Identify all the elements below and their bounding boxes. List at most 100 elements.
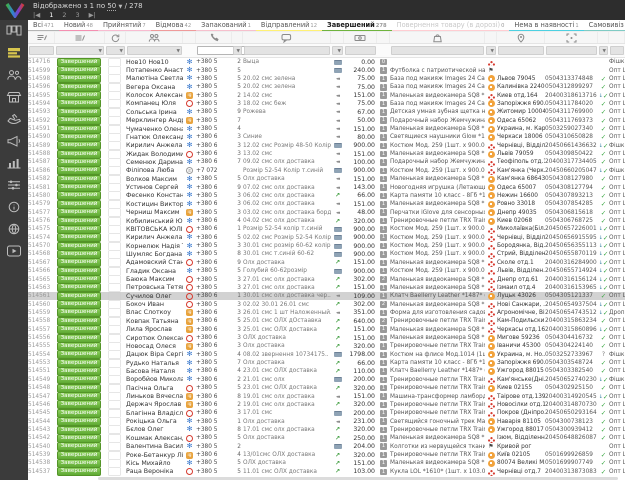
product-name[interactable]: Тренировочные петли TRX Train.. [390,318,485,324]
status-badge[interactable]: Завершений [57,66,101,74]
order-row[interactable]: 514590ЗавершенийГнатюк Олександр✻+380 63… [28,133,625,141]
sidebar-item-video[interactable] [6,245,22,258]
status-badge[interactable]: Завершений [57,292,101,300]
tracking-number[interactable]: 0504306815618 [545,210,593,216]
client-name[interactable]: Басова Наталя [126,368,175,375]
product-name[interactable]: Новогодняя игрушка (Летающи.. [390,185,485,191]
order-row[interactable]: 514545ЗавершенийБлагінна Владіслава+380 … [28,409,625,417]
tracking-number[interactable]: 20450660205047 [545,168,597,174]
client-phone[interactable]: +380 5 [196,419,217,425]
status-badge[interactable]: Завершений [57,158,101,166]
order-row[interactable]: 514587ЗавершенийСеменюк Дарина✻+380 6709… [28,158,625,166]
client-phone[interactable]: +380 6 [196,143,217,149]
order-row[interactable]: 514580ЗавершенийФесенко Константин✻+380 … [28,192,625,200]
client-name[interactable]: Корнелюк Надія Та.. [126,243,183,250]
product-name[interactable]: Карта памяти 10 класс - 8Гб *12.. [390,193,485,199]
tracking-number[interactable]: 20400317734405 [545,159,597,165]
flag-filter-dropdown[interactable]: ▼ [106,46,125,55]
tracking-number[interactable]: 0504302925150 [545,385,593,391]
carrier-filter-dropdown[interactable]: ▼ [486,46,496,55]
product-name[interactable]: Маленькая видеокамера SQ8 *.. [390,327,485,333]
tracking-number[interactable]: 0504303548724 [545,360,593,366]
client-phone[interactable]: +380 5 [196,360,217,366]
status-badge[interactable]: Завершений [57,242,101,250]
status-badge[interactable]: Завершений [57,284,101,292]
tracking-number[interactable]: 20400316156124 [545,277,597,283]
order-row[interactable]: 514566ЗавершенийГладик Оксана✻+380 55Гол… [28,267,625,275]
product-filter-box[interactable] [391,46,484,55]
sidebar-item-orders[interactable] [6,47,22,60]
order-row[interactable]: 514575ЗавершенийКВІТОВСЬКА ЮЛІЯ+380 61Ро… [28,225,625,233]
column-header-name[interactable] [126,32,183,43]
tracking-number[interactable]: 20400316284900 [545,260,597,266]
product-name[interactable]: Карта памяти 10 класс - 8Гб *12.. [390,360,485,366]
tracking-number[interactable]: 20450652740230 [545,377,597,383]
order-row[interactable]: 514548ЗавершенийПасічна Ольга+380 5523.0… [28,384,625,392]
product-name[interactable]: Маленькая видеокамера SQ8 *.. [390,260,485,266]
client-name[interactable]: Бокоч Иван [126,301,164,308]
sidebar-item-kanban[interactable] [6,25,22,38]
status-badge[interactable]: Завершений [57,100,101,108]
client-phone[interactable]: +380 5 [196,126,217,132]
client-phone[interactable]: +380 6 [196,368,217,374]
status-badge[interactable]: Завершений [57,192,101,200]
status-badge[interactable]: Завершений [57,200,101,208]
tracking-number[interactable]: 0504300939412 [545,427,593,433]
column-header-product[interactable] [390,32,485,43]
order-row[interactable]: 514595ЗавершенийКолосок Александрig+380 … [28,91,625,99]
product-name[interactable]: Тренировочные петли TRX Train.. [390,452,485,458]
client-name[interactable]: Мерклингер Андрей [126,117,183,124]
product-name[interactable]: Футболка с патриотической на.. [390,68,485,74]
status-badge[interactable]: Завершений [57,300,101,308]
order-row[interactable]: 514558ЗавершенийКовпак Татьянаig+380 652… [28,317,625,325]
tab-8[interactable]: Повернення товару (в дорозі)0 [392,20,510,32]
client-phone[interactable]: +380 6 [196,452,217,458]
status-badge[interactable]: Завершений [57,83,101,91]
tracking-number[interactable]: 20450650293164 [545,410,597,416]
tracking-number[interactable]: 20400315860896 [545,327,597,333]
order-row[interactable]: 514577ЗавершенийЧерниш Максимig+380 5303… [28,208,625,216]
client-name[interactable]: Благінна Владіслава [126,410,183,417]
order-row[interactable]: 514540ЗавершенийВалентина Василье..✻+380… [28,443,625,451]
tracking-number[interactable]: 20450657226001 [545,226,597,232]
tracking-number[interactable]: 0504308127980 [545,176,593,182]
product-name[interactable]: Маленькая видеокамера SQ8 *.. [390,335,485,341]
tracking-number[interactable]: 20400314870730 [545,402,597,408]
product-name[interactable]: Маленькая видеокамера SQ8 *.. [390,176,485,182]
order-row[interactable]: 514547ЗавершенийЛиньков Вячеславig+380 6… [28,392,625,400]
client-phone[interactable]: +380 6 [196,335,217,341]
status-badge[interactable]: Завершений [57,58,101,66]
client-phone[interactable]: +380 6 [196,318,217,324]
client-name[interactable]: Гладик Оксана [126,268,176,275]
column-header-ttn[interactable] [545,32,598,43]
product-name[interactable]: База под макияж Images 24 Car.. [390,101,485,107]
status-badge[interactable]: Завершений [57,409,101,417]
column-header-phone[interactable] [196,32,232,43]
client-phone[interactable]: +380 6 [196,260,217,266]
tracking-number[interactable]: 20450656355113 [545,243,597,249]
status-badge[interactable]: Завершений [57,91,101,99]
client-phone[interactable]: +380 5 [196,460,217,466]
product-name[interactable]: Маленькая видеокамера SQ8 *.. [390,201,485,207]
client-phone[interactable]: +380 6 [196,402,217,408]
status-badge[interactable]: Завершений [57,125,101,133]
client-phone[interactable]: +380 5 [196,101,217,107]
client-name[interactable]: Рудько Наталья [126,360,179,367]
client-phone[interactable]: +380 5 [196,176,217,182]
product-name[interactable]: База под макияж Images 24 Car.. [390,76,485,82]
status-badge[interactable]: Завершений [57,451,101,459]
client-phone[interactable]: +380 5 [196,251,217,257]
product-name[interactable]: Кукла LOL *1610* (1шт. х 103.00.. [390,469,485,475]
product-name[interactable]: Тренировочные петли TRX Train.. [390,343,485,349]
client-name[interactable]: Влас Слоткоу [126,309,171,316]
tracking-number[interactable]: 0501699926859 [545,452,593,458]
tracking-number[interactable]: 0504303382540 [545,368,593,374]
first-page-button[interactable]: |◀ [33,11,40,19]
status-badge[interactable]: Завершений [57,426,101,434]
status-badge[interactable]: Завершений [57,183,101,191]
order-row[interactable]: 514716ЗавершенийНов10 Нов10✻+380 52Выца0… [28,58,625,66]
client-name[interactable]: Воробйов Микола [126,376,183,383]
sidebar-item-megaphone[interactable] [6,135,22,148]
tracking-number[interactable]: 0504311769373 [545,118,593,124]
client-phone[interactable]: +380 6 [196,226,217,232]
